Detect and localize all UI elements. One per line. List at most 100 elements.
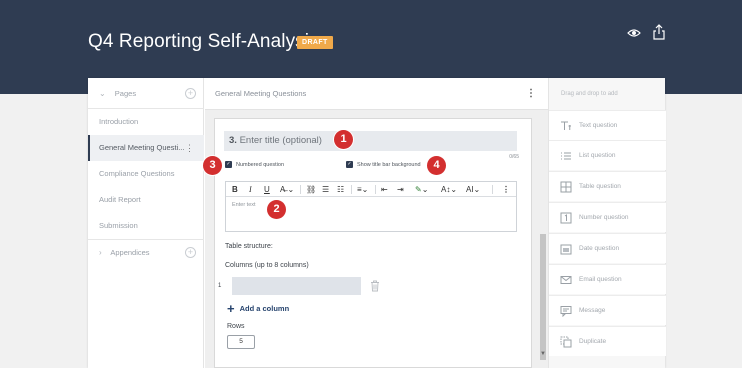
question-palette: Drag and drop to add Text question List … [548,78,666,368]
chevron-right-icon: › [99,248,102,257]
columns-label: Columns (up to 8 columns) [225,262,309,269]
calendar-icon [560,244,572,255]
add-column-label: Add a column [239,304,290,313]
rows-input[interactable]: 5 [227,335,255,349]
align-icon[interactable]: ≡⌄ [357,182,368,197]
add-column-button[interactable]: + Add a column [227,301,290,317]
font-style-icon[interactable]: A̶ ⌄ [280,182,294,197]
eye-icon[interactable] [627,26,641,40]
font-size-icon[interactable]: A↕⌄ [441,182,457,197]
palette-item-label: Number question [579,214,629,221]
numbered-list-icon[interactable]: ☷ [337,182,344,197]
question-title-input[interactable]: 3. Enter title (optional) [224,131,517,151]
palette-item-label: Date question [579,245,620,252]
sidebar-item-label: Audit Report [99,195,141,204]
divider [351,185,352,194]
divider [492,185,493,194]
question-editor-card: 3. Enter title (optional) 0/65 ✓ Numbered… [203,118,532,368]
plus-icon: + [227,301,235,317]
sidebar-item-label: Compliance Questions [99,169,175,178]
callout-marker: 1 [334,130,353,149]
more-options-icon[interactable]: ⋮ [185,135,194,161]
link-icon[interactable]: ⛓ [306,182,316,197]
palette-item-label: Text question [579,122,618,129]
divider [375,185,376,194]
palette-item-list-question[interactable]: List question [549,140,666,170]
char-counter: 0/65 [509,154,519,160]
palette-item-label: List question [579,152,616,159]
number-icon [560,212,572,224]
palette-item-number-question[interactable]: Number question [549,202,666,232]
sidebar-item-audit-report[interactable]: Audit Report [88,187,204,213]
rows-label: Rows [227,323,245,330]
title-bg-checkbox[interactable]: ✓ Show title bar background [346,161,421,169]
sidebar-item-compliance[interactable]: Compliance Questions [88,161,204,187]
appendices-label: Appendices [110,248,150,257]
editor-area: General Meeting Questions ⋮ 3. Enter tit… [203,78,548,368]
palette-heading: Drag and drop to add [561,91,618,97]
email-icon [560,276,572,284]
title-bg-label: Show title bar background [357,162,421,168]
column-index: 1 [218,283,222,289]
message-icon [560,306,572,317]
palette-item-text-question[interactable]: Text question [549,110,666,140]
palette-item-label: Duplicate [579,338,607,345]
add-page-icon[interactable]: + [185,88,196,99]
numbered-question-checkbox[interactable]: ✓ Numbered question [225,161,284,169]
text-icon [561,121,571,130]
pages-sidebar: ⌄ Pages + Introduction General Meeting Q… [88,78,204,368]
scroll-down-icon[interactable]: ▼ [540,351,546,357]
callout-marker: 3 [203,156,222,175]
section-header: General Meeting Questions ⋮ [205,78,548,110]
scrollbar-thumb[interactable] [540,234,546,360]
page-title: Q4 Reporting Self-Analysis [88,31,319,52]
body-placeholder[interactable]: Enter text [232,202,256,208]
numbered-question-label: Numbered question [236,162,285,168]
table-structure-label: Table structure: [225,243,273,250]
table-icon [560,181,572,193]
bold-icon[interactable]: B [232,182,238,197]
bulleted-list-icon[interactable]: ☰ [322,182,329,197]
indent-icon[interactable]: ⇥ [397,182,404,197]
chevron-down-icon: ⌄ [99,89,106,98]
more-options-icon[interactable]: ⋮ [502,182,510,197]
pages-label: Pages [114,89,137,98]
sidebar-item-introduction[interactable]: Introduction [88,109,204,135]
duplicate-icon [560,336,572,348]
status-badge: DRAFT [297,36,333,49]
sidebar-item-submission[interactable]: Submission [88,213,204,239]
highlight-icon[interactable]: ✎⌄ [415,182,428,197]
checkmark-icon: ✓ [225,161,232,169]
callout-marker: 4 [427,156,446,175]
outdent-icon[interactable]: ⇤ [381,182,388,197]
list-icon [561,152,571,160]
question-number: 3. [229,135,237,146]
sidebar-item-label: Submission [99,221,138,230]
sidebar-item-label: General Meeting Questi... [99,143,185,152]
palette-item-message[interactable]: Message [549,295,666,325]
palette-item-label: Email question [579,276,622,283]
section-title: General Meeting Questions [215,89,307,98]
trash-icon[interactable] [370,280,380,292]
checkmark-icon: ✓ [346,161,353,169]
app-window: ⌄ Pages + Introduction General Meeting Q… [88,78,666,368]
text-case-icon[interactable]: AI⌄ [466,182,480,197]
palette-item-email-question[interactable]: Email question [549,264,666,294]
sidebar-item-label: Introduction [99,117,139,126]
palette-item-date-question[interactable]: Date question [549,233,666,263]
underline-icon[interactable]: U [264,182,270,197]
sidebar-item-general-meeting[interactable]: General Meeting Questi... ⋮ [88,135,204,161]
title-placeholder: Enter title (optional) [239,135,322,146]
callout-marker: 2 [267,200,286,219]
share-icon[interactable] [653,24,665,40]
palette-item-duplicate[interactable]: Duplicate [549,326,666,356]
formatting-toolbar: B I U A̶ ⌄ ⛓ ☰ ☷ ≡⌄ ⇤ ⇥ ✎⌄ A↕⌄ AI⌄ ⋮ [226,182,516,197]
add-appendix-icon[interactable]: + [185,247,196,258]
palette-item-label: Table question [579,183,621,190]
italic-icon[interactable]: I [249,182,252,197]
more-options-icon[interactable]: ⋮ [526,78,536,110]
divider [300,185,301,194]
column-name-input[interactable] [232,277,361,295]
palette-item-table-question[interactable]: Table question [549,171,666,201]
palette-item-label: Message [579,307,606,314]
